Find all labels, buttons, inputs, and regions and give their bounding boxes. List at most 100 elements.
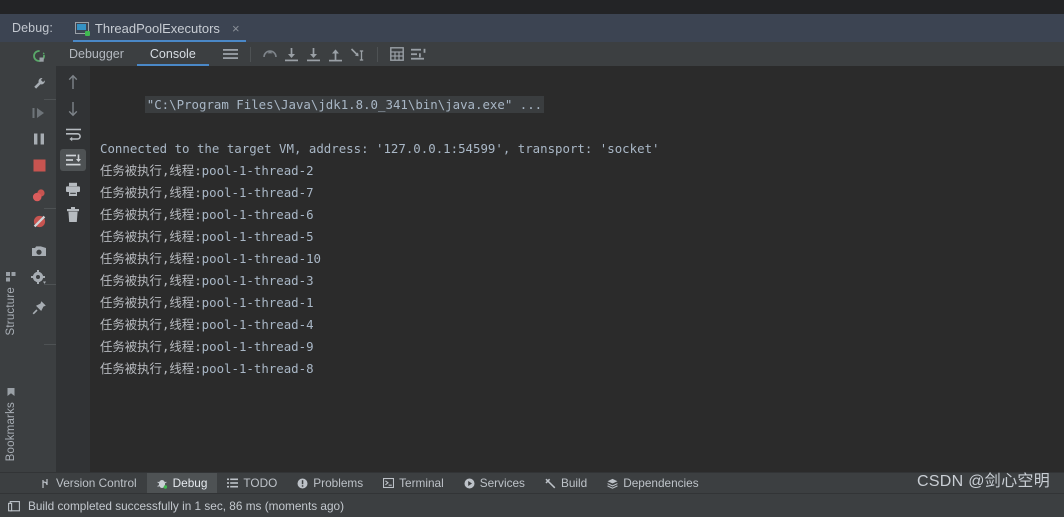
down-button[interactable]: [56, 95, 90, 121]
breakpoints-icon: [32, 188, 45, 201]
stop-button[interactable]: [22, 152, 56, 178]
trash-icon: [67, 207, 79, 222]
settings-button[interactable]: [22, 264, 56, 290]
tool-tab-label: Debug: [172, 476, 208, 490]
soft-wrap-icon: [65, 128, 81, 141]
console-line-thread: pool-1-thread-8: [201, 361, 314, 376]
structure-icon: [6, 272, 16, 282]
console-line-thread: pool-1-thread-7: [201, 185, 314, 200]
console-line-prefix: 任务被执行,线程:: [100, 207, 202, 222]
branch-icon: [40, 478, 51, 489]
print-icon: [66, 182, 80, 196]
view-breakpoints-button[interactable]: [22, 182, 56, 208]
modify-run-configuration-button[interactable]: [22, 70, 56, 96]
debug-step-toolbar: [221, 44, 429, 64]
console-line: 任务被执行,线程:pool-1-thread-5: [90, 226, 1064, 248]
stop-icon: [33, 159, 45, 171]
print-button[interactable]: [56, 176, 90, 202]
force-step-into-icon: [329, 48, 343, 61]
run-configuration-tab[interactable]: ThreadPoolExecutors ×: [72, 14, 246, 42]
up-button[interactable]: [56, 69, 90, 95]
console-line-thread: pool-1-thread-1: [201, 295, 314, 310]
build-icon: [8, 500, 20, 512]
tab-debugger[interactable]: Debugger: [56, 42, 137, 66]
console-line-prefix: 任务被执行,线程:: [100, 185, 202, 200]
rerun-icon: [33, 50, 45, 62]
tool-tab-problems[interactable]: Problems: [287, 473, 373, 494]
resume-icon: [32, 108, 44, 118]
tool-tab-version-control[interactable]: Version Control: [30, 473, 147, 494]
console-line-prefix: 任务被执行,线程:: [100, 361, 202, 376]
console-line: 任务被执行,线程:pool-1-thread-3: [90, 270, 1064, 292]
console-line-prefix: 任务被执行,线程:: [100, 295, 202, 310]
step-over-button[interactable]: [282, 44, 302, 64]
console-line-thread: pool-1-thread-6: [201, 207, 314, 222]
tab-console[interactable]: Console: [136, 42, 209, 66]
console-line-thread: pool-1-thread-5: [201, 229, 314, 244]
clear-all-button[interactable]: [56, 202, 90, 228]
console-line-prefix: 任务被执行,线程:: [100, 273, 202, 288]
console-line-thread: pool-1-thread-2: [201, 163, 314, 178]
run-configuration-icon: [74, 21, 90, 36]
console-line-thread: pool-1-thread-9: [201, 339, 314, 354]
console-line: 任务被执行,线程:pool-1-thread-2: [90, 160, 1064, 182]
console-line-prefix: 任务被执行,线程:: [100, 339, 202, 354]
terminal-icon: [383, 478, 395, 489]
step-into-icon: [307, 47, 321, 61]
tool-tab-todo[interactable]: TODO: [217, 473, 287, 494]
left-tool-rail: Structure Bookmarks: [0, 42, 22, 517]
tool-tab-debug[interactable]: Debug: [146, 472, 218, 494]
screenshot-button[interactable]: [22, 238, 56, 264]
console-line: 任务被执行,线程:pool-1-thread-8: [90, 358, 1064, 380]
close-icon[interactable]: ×: [232, 21, 240, 36]
sidebar-item-bookmarks[interactable]: Bookmarks: [0, 387, 22, 461]
hamburger-icon: [223, 49, 239, 59]
debug-toolbar: [22, 42, 78, 517]
watermark: CSDN @剑心空明: [916, 473, 1050, 490]
gear-icon: [31, 269, 46, 284]
run-to-cursor-button[interactable]: [348, 44, 368, 64]
mute-breakpoints-button[interactable]: [22, 208, 56, 234]
play-circle-icon: [464, 478, 475, 489]
pause-program-button[interactable]: [22, 126, 56, 152]
tool-tab-dependencies[interactable]: Dependencies: [597, 473, 708, 494]
bug-icon: [157, 478, 168, 489]
sidebar-item-structure[interactable]: Structure: [0, 272, 22, 335]
tool-tab-services[interactable]: Services: [454, 473, 535, 494]
force-step-into-button[interactable]: [326, 44, 346, 64]
console-line: 任务被执行,线程:pool-1-thread-4: [90, 314, 1064, 336]
panel-tab-row: Debugger Console: [56, 42, 1064, 66]
step-out-button[interactable]: [260, 44, 280, 64]
layout-settings-button[interactable]: [409, 44, 429, 64]
pin-tab-button[interactable]: [22, 294, 56, 320]
menu-button[interactable]: [221, 44, 241, 64]
layers-icon: [607, 478, 618, 489]
tool-tab-label: Version Control: [56, 476, 137, 490]
step-over-icon: [285, 47, 299, 61]
tool-tab-label: TODO: [243, 476, 278, 490]
console-line: 任务被执行,线程:pool-1-thread-6: [90, 204, 1064, 226]
tool-tab-label: Dependencies: [623, 476, 699, 490]
debug-label: Debug:: [12, 21, 53, 35]
title-strip: [0, 0, 1064, 14]
scroll-to-end-button[interactable]: [60, 149, 86, 171]
tool-tab-terminal[interactable]: Terminal: [373, 473, 454, 494]
status-bar: Build completed successfully in 1 sec, 8…: [0, 493, 1064, 517]
soft-wrap-button[interactable]: [56, 121, 90, 147]
layout-icon: [410, 48, 426, 60]
tab-debugger-label: Debugger: [69, 47, 124, 61]
console-line: 任务被执行,线程:pool-1-thread-1: [90, 292, 1064, 314]
tool-tab-label: Services: [479, 476, 525, 490]
pin-icon: [32, 300, 46, 314]
tool-tab-build[interactable]: Build: [535, 473, 597, 494]
rerun-button[interactable]: [22, 44, 56, 70]
tool-window-bar: Version Control Debug TODO Problems Term…: [0, 472, 1064, 494]
console-output[interactable]: "C:\Program Files\Java\jdk1.8.0_341\bin\…: [90, 66, 1064, 472]
console-line: 任务被执行,线程:pool-1-thread-7: [90, 182, 1064, 204]
evaluate-expression-button[interactable]: [387, 44, 407, 64]
console-line-prefix: 任务被执行,线程:: [100, 251, 202, 266]
step-into-button[interactable]: [304, 44, 324, 64]
console-toolbar: [56, 66, 146, 517]
tool-tab-label: Problems: [313, 476, 364, 490]
resume-program-button[interactable]: [22, 100, 56, 126]
